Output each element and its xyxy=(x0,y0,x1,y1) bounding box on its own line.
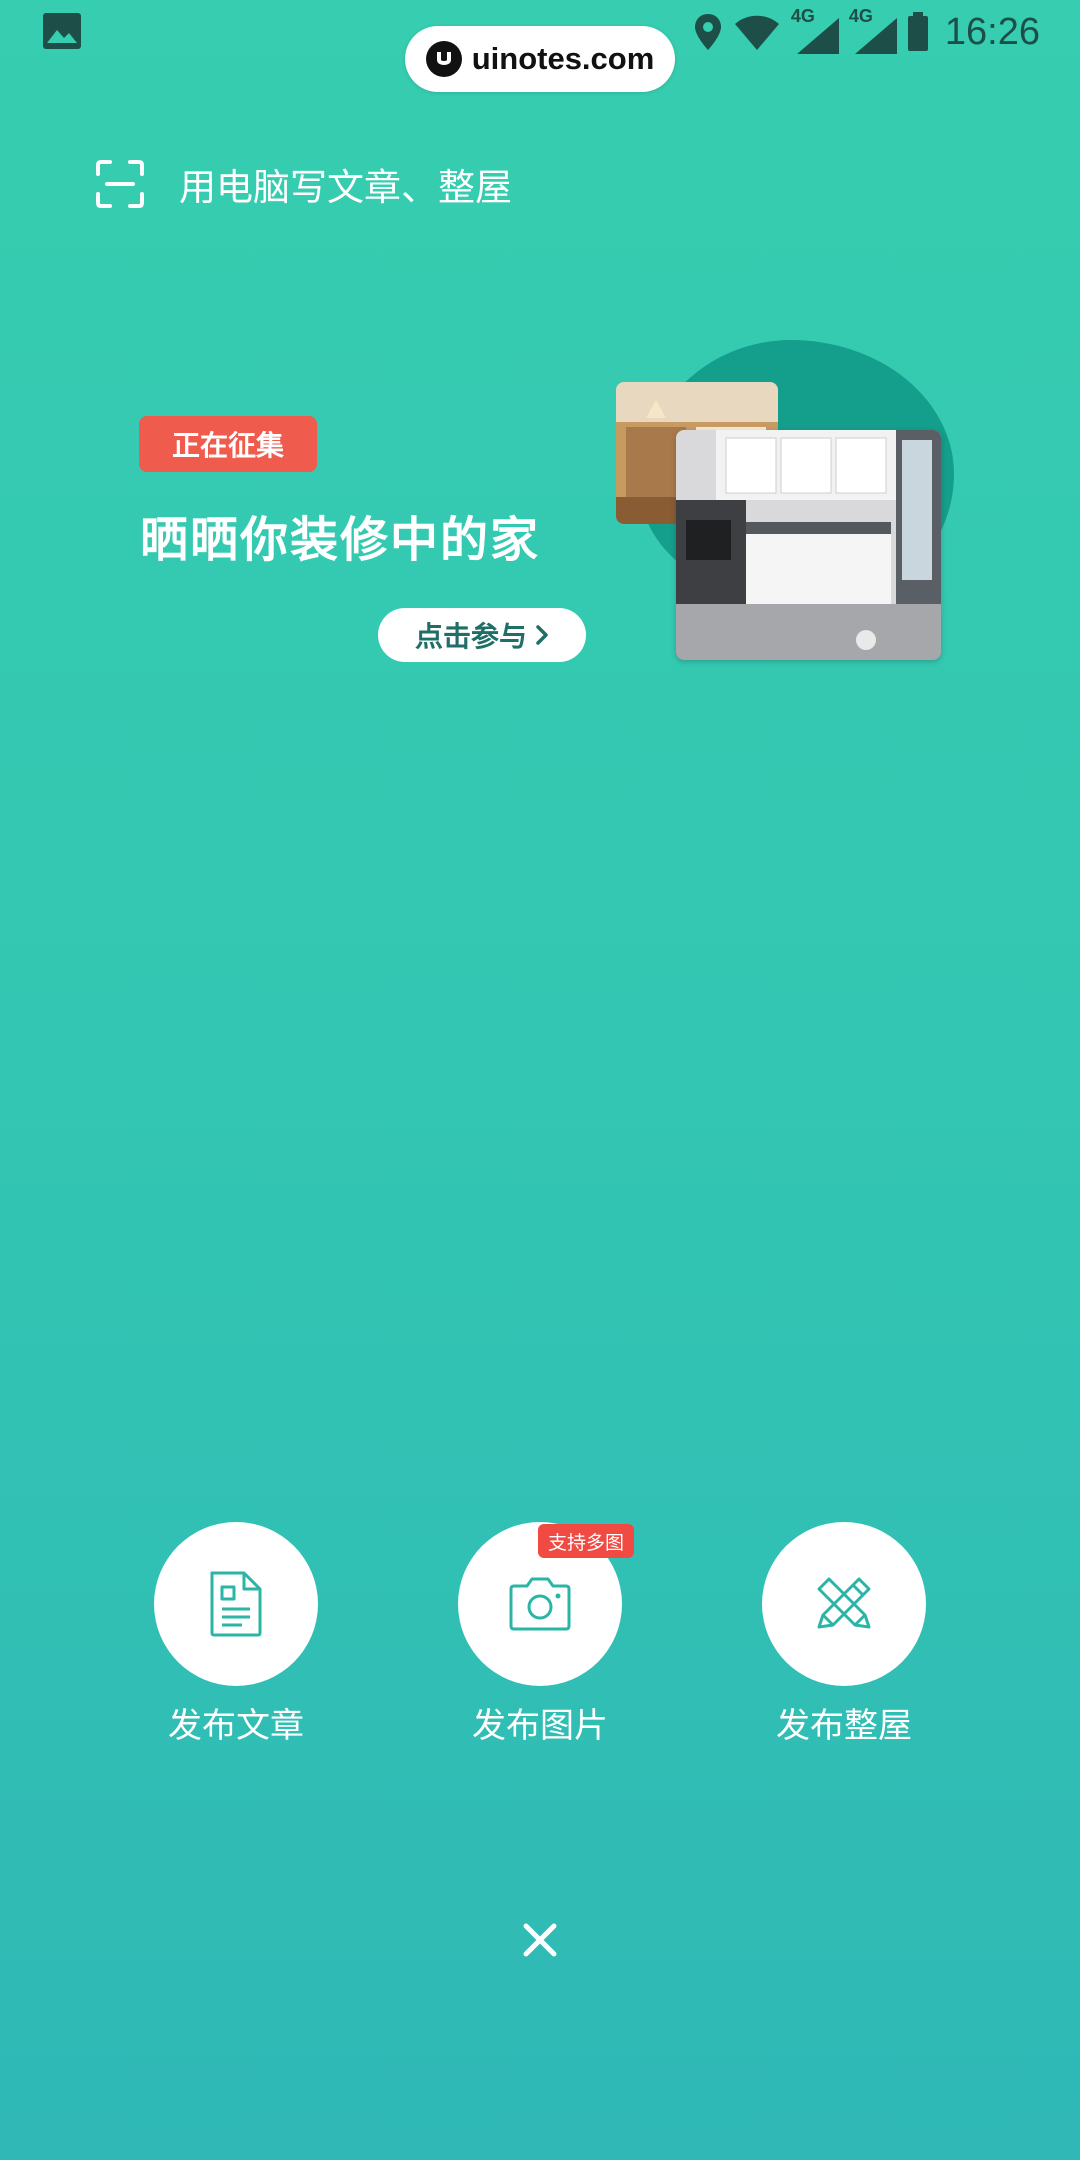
promo-banner[interactable]: 正在征集 晒晒你装修中的家 点击参与 xyxy=(0,330,1080,690)
wifi-icon xyxy=(734,15,779,50)
scan-text: 用电脑写文章、整屋 xyxy=(179,166,512,209)
status-time: 16:26 xyxy=(944,10,1040,53)
watermark-text: uinotes.com xyxy=(471,41,655,76)
chevron-right-icon xyxy=(536,625,548,645)
document-icon xyxy=(210,1571,262,1637)
tools-icon xyxy=(817,1577,871,1629)
battery-icon xyxy=(907,12,928,51)
collecting-tag: 正在征集 xyxy=(139,416,317,472)
signal-icon: 4G xyxy=(791,6,839,56)
camera-icon xyxy=(509,1577,571,1631)
publish-house-label: 发布整屋 xyxy=(776,1706,912,1746)
gallery-icon xyxy=(43,13,81,49)
watermark: uinotes.com xyxy=(405,26,675,92)
publish-article-label: 发布文章 xyxy=(168,1706,304,1746)
publish-article-button[interactable]: 发布文章 xyxy=(126,1522,346,1747)
publish-house-button[interactable]: 发布整屋 xyxy=(734,1522,954,1747)
close-button[interactable] xyxy=(520,1920,560,1960)
signal-icon-2: 4G xyxy=(849,6,897,56)
multi-photo-badge: 支持多图 xyxy=(538,1524,634,1558)
close-icon xyxy=(523,1923,557,1957)
location-icon xyxy=(694,14,721,50)
publish-house-circle[interactable] xyxy=(762,1522,926,1686)
publish-photo-label: 发布图片 xyxy=(472,1706,608,1746)
scan-icon xyxy=(96,160,144,208)
publish-article-circle[interactable] xyxy=(154,1522,318,1686)
scan-pc-entry[interactable]: 用电脑写文章、整屋 xyxy=(95,156,512,212)
participate-label: 点击参与 xyxy=(414,620,527,653)
kitchen-photo-large xyxy=(676,430,941,660)
uinotes-logo-icon xyxy=(425,41,462,77)
participate-button[interactable]: 点击参与 xyxy=(378,608,586,662)
banner-title: 晒晒你装修中的家 xyxy=(140,512,541,568)
